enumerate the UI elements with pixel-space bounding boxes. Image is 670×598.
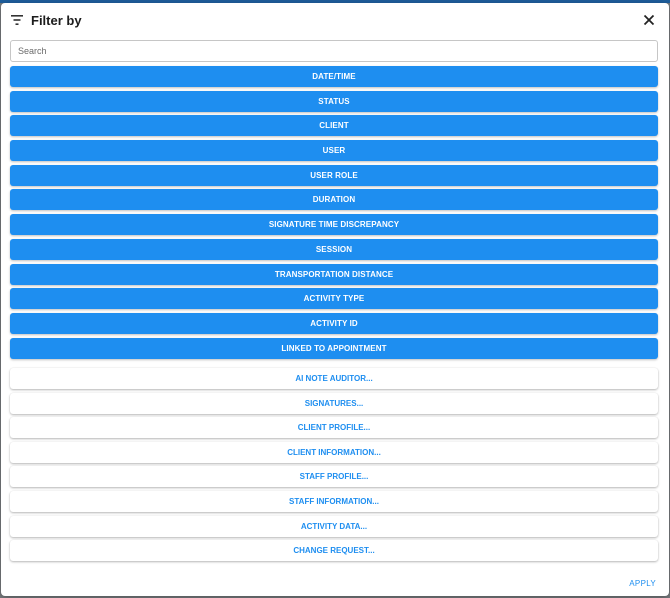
filter-button-session[interactable]: SESSION — [10, 238, 658, 260]
filter-button-activity-id[interactable]: ACTIVITY ID — [10, 312, 658, 334]
filter-button-status[interactable]: STATUS — [10, 90, 658, 112]
filter-button-duration[interactable]: DURATION — [10, 189, 658, 211]
more-filter-activity-data[interactable]: ACTIVITY DATA... — [10, 515, 658, 537]
filter-button-signature-time-discrepancy[interactable]: SIGNATURE TIME DISCREPANCY — [10, 214, 658, 236]
close-icon[interactable] — [643, 14, 655, 26]
dialog-title: Filter by — [31, 13, 82, 28]
more-filter-signatures[interactable]: SIGNATURES... — [10, 392, 658, 414]
filter-dialog: Filter by DATE/TIME STATUS CLIENT USER U… — [1, 3, 669, 596]
more-filter-staff-information[interactable]: STAFF INFORMATION... — [10, 490, 658, 512]
more-filter-client-information[interactable]: CLIENT INFORMATION... — [10, 441, 658, 463]
filter-button-date-time[interactable]: DATE/TIME — [10, 66, 658, 87]
more-filter-change-request[interactable]: CHANGE REQUEST... — [10, 540, 658, 562]
search-input[interactable] — [10, 40, 658, 62]
more-filter-staff-profile[interactable]: STAFF PROFILE... — [10, 466, 658, 488]
apply-button[interactable]: APPLY — [629, 579, 656, 588]
filter-button-user[interactable]: USER — [10, 140, 658, 162]
filter-button-activity-type[interactable]: ACTIVITY TYPE — [10, 288, 658, 310]
more-filters-list: AI NOTE AUDITOR... SIGNATURES... CLIENT … — [10, 368, 658, 565]
more-filter-client-profile[interactable]: CLIENT PROFILE... — [10, 417, 658, 439]
more-filter-ai-note-auditor[interactable]: AI NOTE AUDITOR... — [10, 368, 658, 389]
filter-button-transportation-distance[interactable]: TRANSPORTATION DISTANCE — [10, 263, 658, 285]
filter-lines-icon — [11, 15, 23, 25]
filter-button-list: DATE/TIME STATUS CLIENT USER USER ROLE D… — [10, 66, 658, 362]
filter-button-linked-to-appointment[interactable]: LINKED TO APPOINTMENT — [10, 337, 658, 359]
filter-button-client[interactable]: CLIENT — [10, 115, 658, 137]
filter-button-user-role[interactable]: USER ROLE — [10, 164, 658, 186]
dialog-header: Filter by — [1, 3, 669, 39]
